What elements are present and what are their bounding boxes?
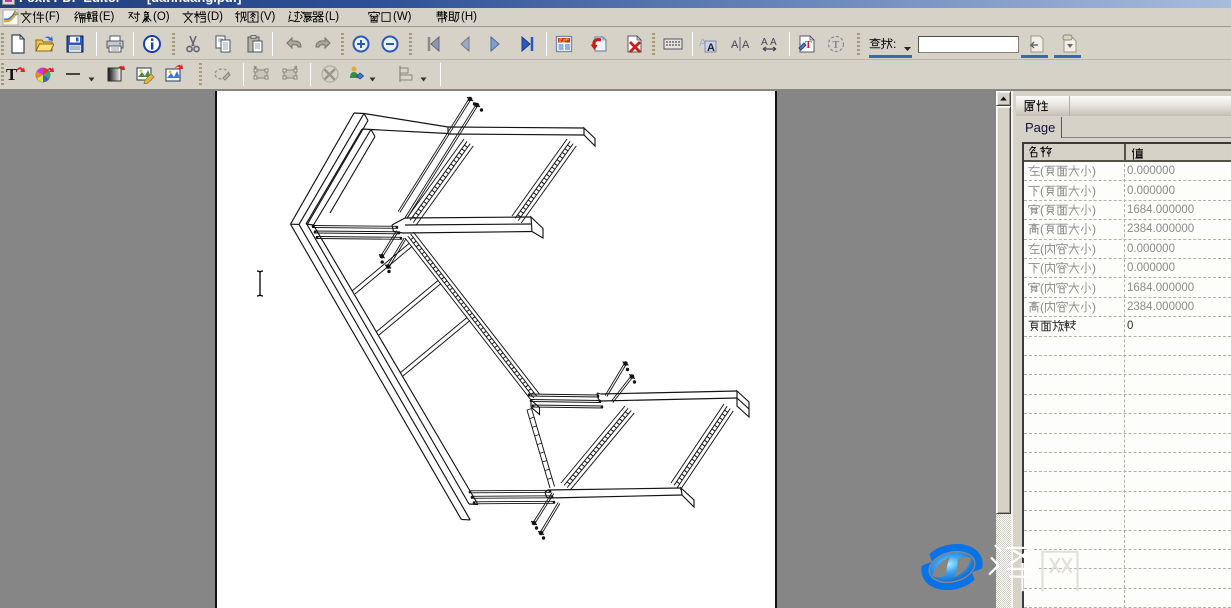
svg-text:A: A [742,39,750,51]
svg-text:A: A [761,37,768,48]
svg-text:A: A [770,37,777,48]
svg-text:T: T [805,40,812,51]
svg-text:A: A [731,39,739,51]
svg-text:T: T [6,65,18,84]
svg-text:A: A [707,42,715,54]
svg-text:T: T [833,39,840,51]
